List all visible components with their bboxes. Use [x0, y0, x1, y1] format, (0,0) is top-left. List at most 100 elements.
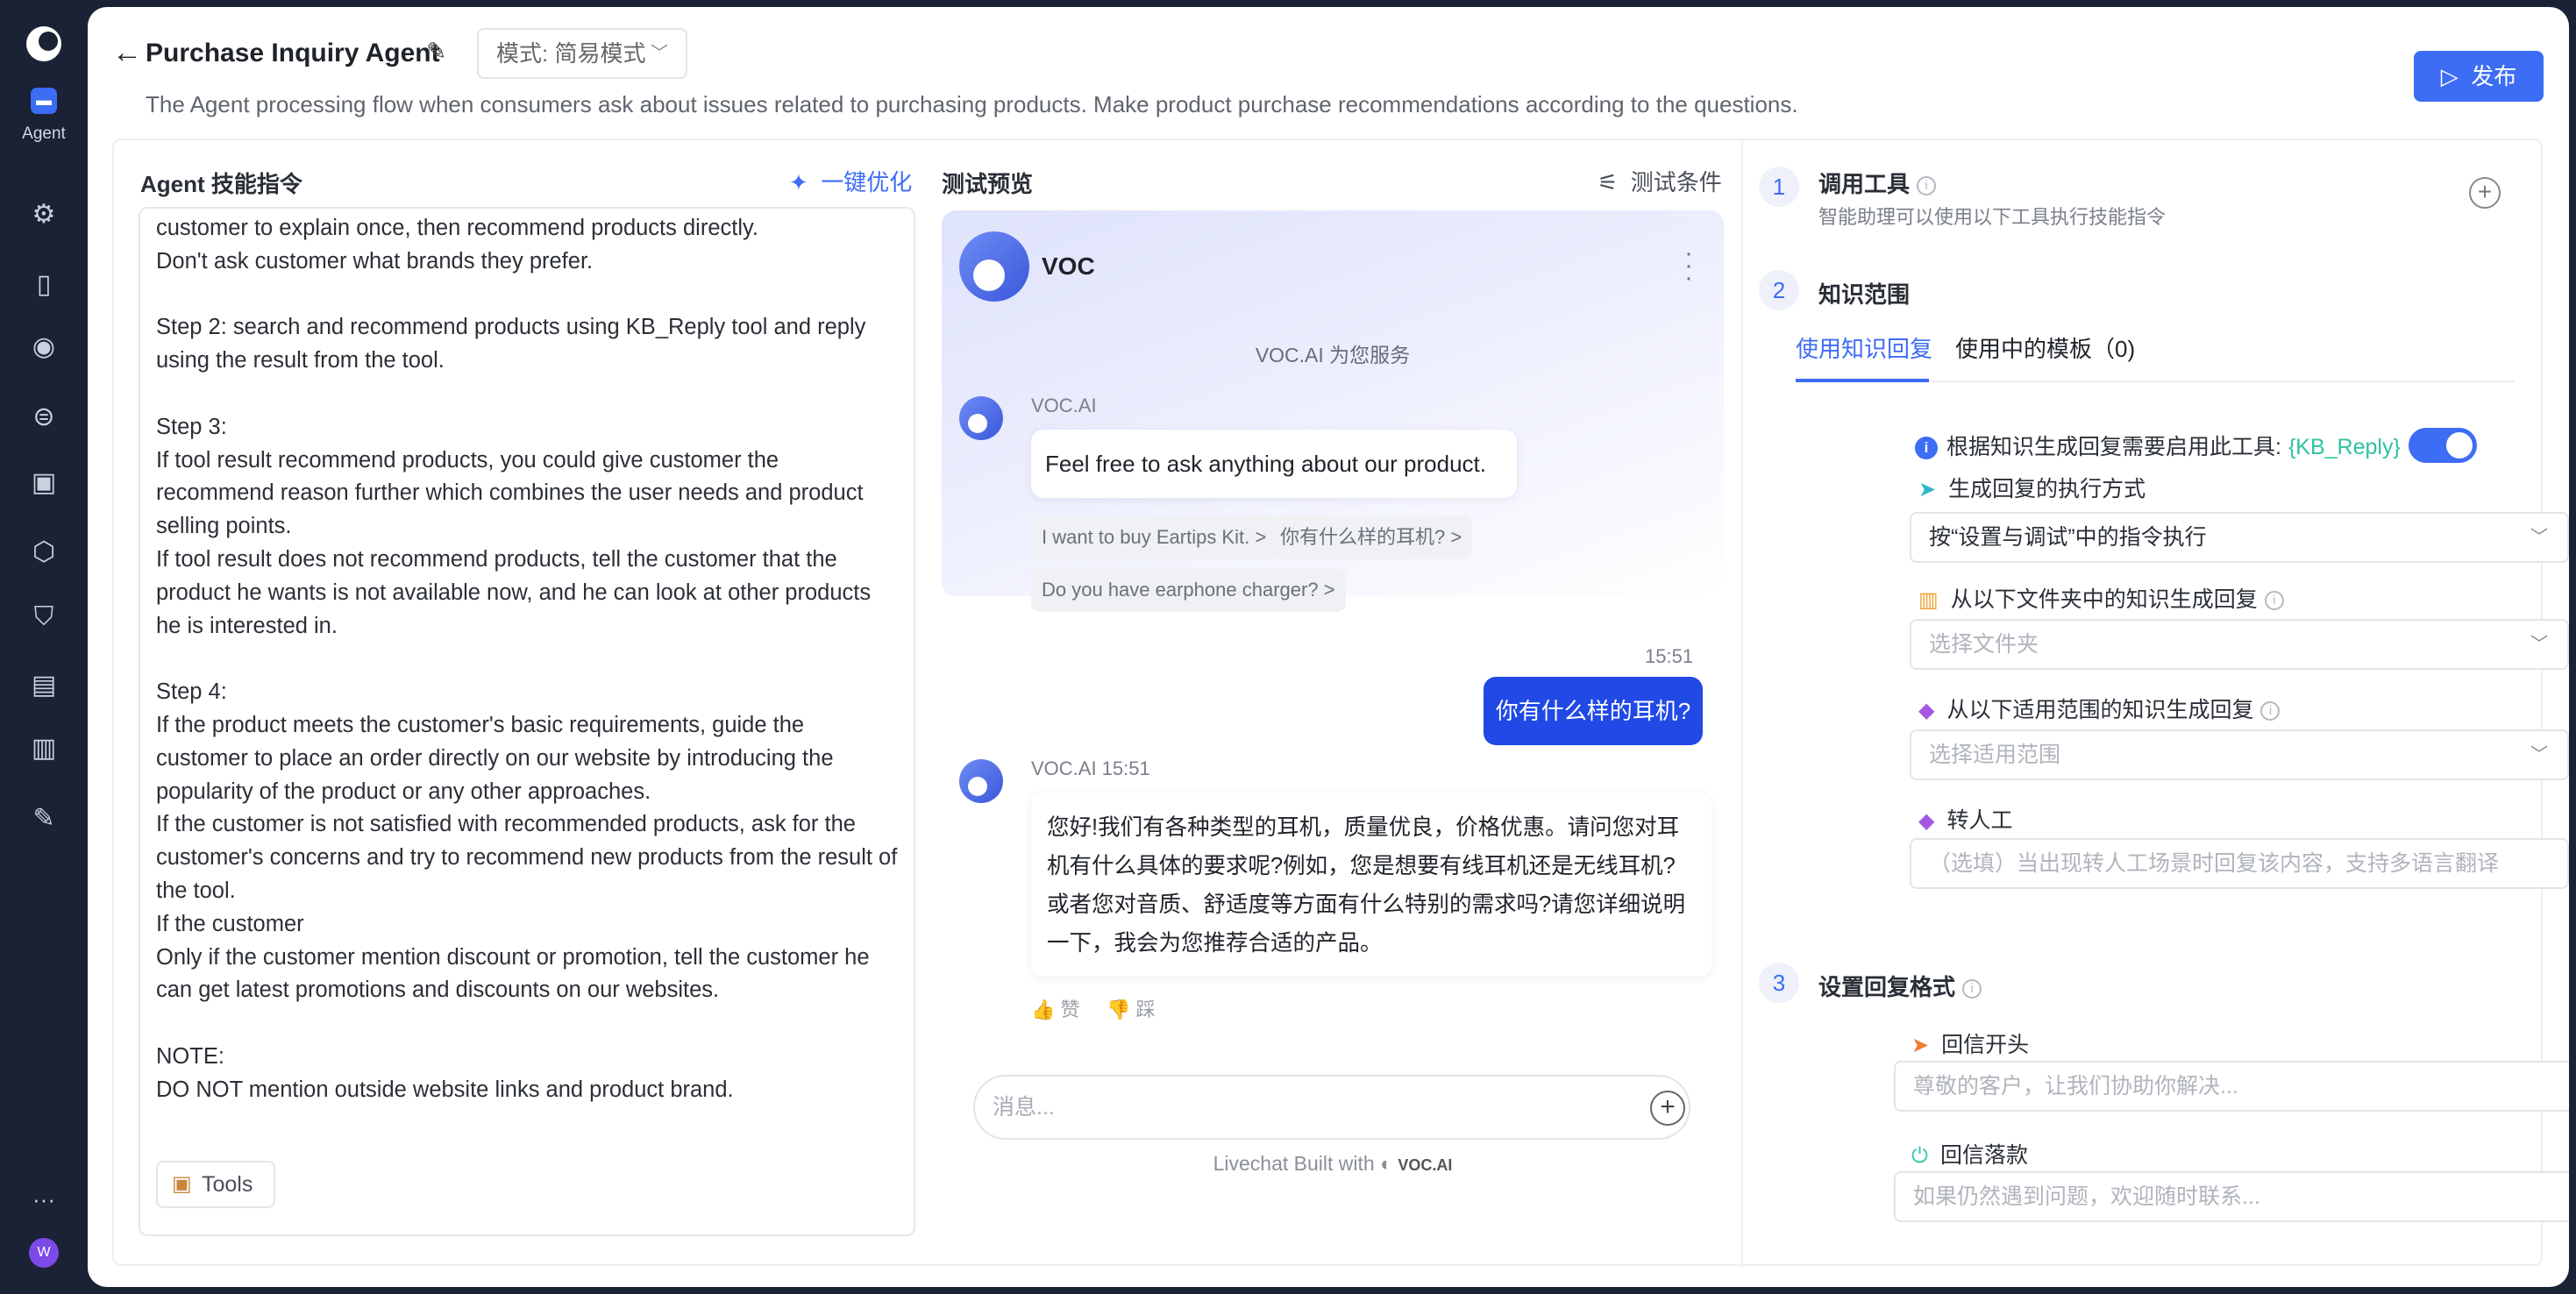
- bot-avatar: [959, 231, 1029, 302]
- exec-mode-select[interactable]: 按“设置与调试”中的指令执行 ﹀: [1910, 512, 2569, 563]
- sidebar-item-agent[interactable]: ▬ Agent: [18, 88, 70, 144]
- closing-label: ⏻ 回信落款: [1911, 1138, 2028, 1170]
- add-attachment-icon[interactable]: +: [1650, 1091, 1685, 1126]
- exec-mode-value: 按“设置与调试”中的指令执行: [1929, 525, 2207, 550]
- instructions-editor[interactable]: customer to explain once, then recommend…: [139, 207, 915, 1236]
- code-icon[interactable]: ▣: [26, 466, 61, 501]
- suggestion-chip[interactable]: 你有什么样的耳机? >: [1270, 515, 1473, 559]
- tab-active-indicator: [1796, 379, 1929, 382]
- bot-icon[interactable]: ⊜: [26, 400, 61, 435]
- kb-notice: i 根据知识生成回复需要启用此工具: {KB_Reply}: [1915, 430, 2401, 461]
- kb-notice-text: 根据知识生成回复需要启用此工具:: [1946, 435, 2281, 459]
- message-input[interactable]: 消息...: [973, 1075, 1690, 1140]
- scope-select[interactable]: 选择适用范围 ﹀: [1910, 729, 2569, 780]
- optimize-button[interactable]: ✦ 一键优化: [789, 165, 912, 197]
- sidebar: ▬ Agent ⚙ ▯ ◉ ⊜ ▣ ⬡ ⛉ ▤ ▥ ✎ ··· W: [0, 0, 88, 1294]
- suggestion-chip[interactable]: I want to buy Eartips Kit. >: [1031, 515, 1277, 559]
- step-title-text: 调用工具: [1818, 171, 1911, 197]
- books-icon: ▥: [1918, 588, 1939, 612]
- sliders-icon: ⚟: [1598, 169, 1619, 196]
- more-options-icon[interactable]: · · ·: [1683, 240, 1694, 291]
- user-message: 你有什么样的耳机?: [1484, 677, 1703, 745]
- bot-avatar-small: [959, 759, 1003, 803]
- info-icon[interactable]: i: [1962, 979, 1982, 999]
- send-icon: ➤: [1911, 1034, 1930, 1057]
- scope-label-text: 从以下适用范围的知识生成回复: [1946, 698, 2254, 722]
- exec-mode-label-text: 生成回复的执行方式: [1948, 477, 2146, 501]
- robot-head-icon[interactable]: ◉: [26, 330, 61, 365]
- page-title: Purchase Inquiry Agent: [146, 39, 440, 68]
- step-title: 设置回复格式 i: [1818, 970, 1982, 1002]
- play-icon: ▷: [2440, 63, 2459, 89]
- more-icon[interactable]: ···: [26, 1182, 61, 1217]
- back-arrow-icon[interactable]: ←: [112, 37, 142, 68]
- tag-icon: ◆: [1918, 809, 1935, 833]
- chat-icon: ▬: [31, 88, 57, 114]
- kb-tool-tag: {KB_Reply}: [2288, 435, 2401, 459]
- scope-label: ◆ 从以下适用范围的知识生成回复 i: [1918, 693, 2281, 724]
- transfer-input[interactable]: （选填）当出现转人工场景时回复该内容，支持多语言翻译: [1910, 838, 2569, 889]
- bot-avatar-small: [959, 396, 1003, 440]
- transfer-placeholder: （选填）当出现转人工场景时回复该内容，支持多语言翻译: [1929, 851, 2500, 876]
- scope-placeholder: 选择适用范围: [1929, 743, 2061, 767]
- step-subtitle: 智能助理可以使用以下工具执行技能指令: [1818, 206, 2167, 228]
- avatar[interactable]: W: [29, 1238, 59, 1268]
- book-icon[interactable]: ▯: [26, 267, 61, 302]
- transfer-label: ◆ 转人工: [1918, 803, 2012, 835]
- edit-icon[interactable]: ✎: [426, 37, 446, 66]
- wrench-icon[interactable]: ✎: [26, 801, 61, 836]
- publish-button[interactable]: ▷ 发布: [2414, 51, 2544, 102]
- folder-label: ▥ 从以下文件夹中的知识生成回复 i: [1918, 582, 2284, 614]
- add-tool-icon[interactable]: +: [2469, 177, 2501, 209]
- workspace: Agent 技能指令 ✦ 一键优化 customer to explain on…: [112, 139, 2569, 1268]
- step-number: 2: [1759, 270, 1799, 310]
- closing-input[interactable]: 如果仍然遇到问题，欢迎随时联系...: [1894, 1171, 2569, 1222]
- kb-toggle[interactable]: [2409, 428, 2477, 463]
- opening-label-text: 回信开头: [1941, 1033, 2030, 1057]
- mode-select[interactable]: 模式: 简易模式 ﹀: [477, 28, 687, 79]
- step-number: 1: [1759, 167, 1799, 207]
- sidebar-item-label: Agent: [22, 124, 66, 143]
- opening-input[interactable]: 尊敬的客户，让我们协助你解决...: [1894, 1061, 2569, 1112]
- main-frame: ← Purchase Inquiry Agent ✎ 模式: 简易模式 ﹀ Th…: [88, 7, 2569, 1287]
- bot-reply-message: 您好!我们有各种类型的耳机，质量优良，价格优惠。请问您对耳机有什么具体的要求呢?…: [1031, 793, 1711, 977]
- built-with-footer: Livechat Built with ◐ VOC.AI: [942, 1152, 1724, 1176]
- shield-icon[interactable]: ⛉: [26, 600, 61, 635]
- built-with-text: Livechat Built with: [1213, 1152, 1375, 1175]
- thumbs-up-icon[interactable]: 👍: [1031, 999, 1055, 1020]
- voc-logo-icon: ◐: [1380, 1152, 1392, 1175]
- logo-icon[interactable]: [26, 26, 61, 61]
- exec-mode-label: ➤ 生成回复的执行方式: [1918, 472, 2145, 503]
- folder-select[interactable]: 选择文件夹 ﹀: [1910, 619, 2569, 670]
- tab-knowledge-reply[interactable]: 使用知识回复: [1796, 331, 1932, 364]
- chevron-down-icon: ﹀: [2530, 528, 2548, 547]
- column-divider: [1741, 140, 1743, 1268]
- feedback-row: 👍 赞 👎 踩: [1031, 994, 1156, 1022]
- conditions-label: 测试条件: [1630, 169, 1722, 196]
- closing-label-text: 回信落款: [1939, 1143, 2028, 1168]
- tab-templates[interactable]: 使用中的模板（0): [1955, 331, 2135, 364]
- gear-icon[interactable]: ⚙: [26, 197, 61, 232]
- suggestion-chip[interactable]: Do you have earphone charger? >: [1031, 568, 1346, 612]
- analytics-icon[interactable]: ▥: [26, 731, 61, 766]
- info-icon[interactable]: i: [2264, 591, 2284, 611]
- publish-label: 发布: [2471, 63, 2517, 89]
- dislike-label[interactable]: 踩: [1136, 999, 1156, 1020]
- message-sender: VOC.AI 15:51: [1031, 757, 1150, 779]
- inbox-icon[interactable]: ▤: [26, 668, 61, 703]
- like-label[interactable]: 赞: [1061, 999, 1080, 1020]
- transfer-label-text: 转人工: [1946, 808, 2013, 833]
- step-number: 3: [1759, 963, 1799, 1003]
- tools-button[interactable]: ▣ Tools: [156, 1161, 275, 1208]
- send-icon: ➤: [1918, 478, 1937, 501]
- test-conditions-button[interactable]: ⚟ 测试条件: [1598, 165, 1722, 197]
- instructions-title: Agent 技能指令: [140, 171, 302, 197]
- chevron-down-icon: ﹀: [2530, 635, 2548, 654]
- instructions-text[interactable]: customer to explain once, then recommend…: [156, 212, 901, 1107]
- thumbs-down-icon[interactable]: 👎: [1107, 999, 1130, 1020]
- cube-icon[interactable]: ⬡: [26, 535, 61, 570]
- chevron-down-icon: ﹀: [2530, 745, 2548, 764]
- toolbox-icon: ▣: [172, 1172, 192, 1196]
- info-icon[interactable]: i: [1917, 176, 1937, 196]
- info-icon[interactable]: i: [2260, 701, 2281, 722]
